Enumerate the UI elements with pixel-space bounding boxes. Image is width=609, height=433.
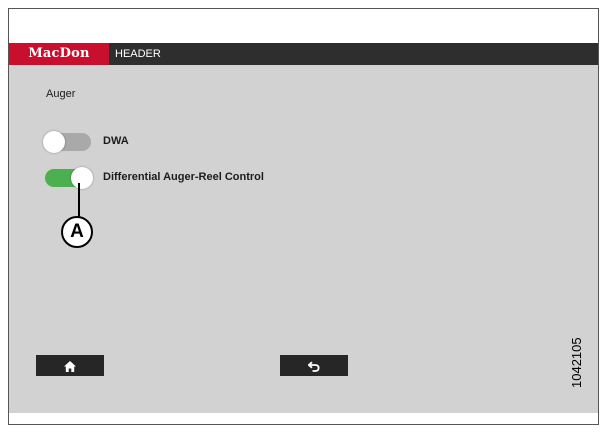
home-button[interactable]	[36, 355, 104, 376]
title-bar: MacDon HEADER	[9, 43, 598, 65]
figure-id-number: 1042105	[569, 337, 584, 388]
differential-auger-reel-control-toggle[interactable]	[45, 167, 93, 189]
home-icon	[64, 361, 76, 373]
callout-a: A	[61, 216, 93, 248]
dwa-label: DWA	[103, 135, 129, 147]
differential-auger-reel-control-label: Differential Auger-Reel Control	[103, 171, 264, 183]
back-arrow-icon	[307, 361, 320, 372]
header-tab-label[interactable]: HEADER	[115, 43, 161, 65]
toggle-knob	[71, 167, 93, 189]
toggle-knob	[43, 131, 65, 153]
macdon-logo: MacDon	[9, 43, 109, 65]
dwa-toggle[interactable]	[43, 131, 91, 153]
section-title-auger: Auger	[46, 88, 76, 100]
display-screen: MacDon HEADER Auger DWA Differential Aug…	[9, 43, 598, 413]
back-button[interactable]	[280, 355, 348, 376]
figure-frame: MacDon HEADER Auger DWA Differential Aug…	[8, 8, 599, 425]
